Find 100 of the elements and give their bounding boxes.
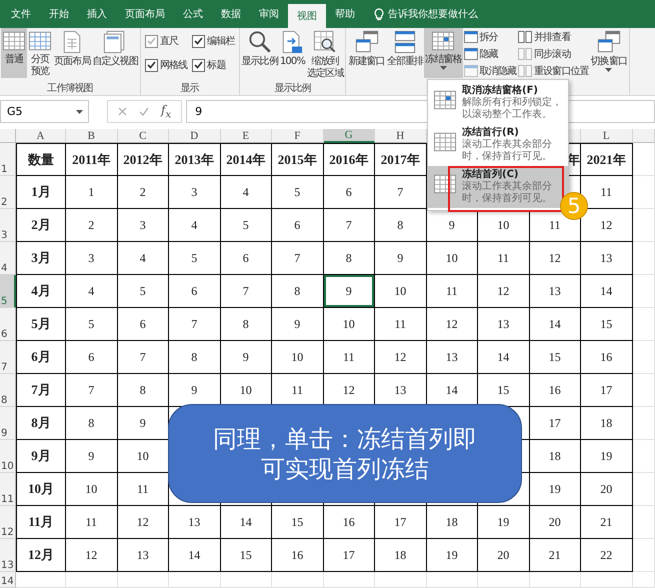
name-box[interactable]: G5 (0, 100, 89, 123)
table-cell: 20 (581, 473, 632, 506)
row-header[interactable]: 9 (0, 407, 16, 440)
column-header[interactable]: D (169, 129, 220, 143)
insert-function-button[interactable]: f$_{x}$ (161, 102, 172, 120)
row-header[interactable]: 6 (0, 308, 16, 341)
row-header[interactable]: 2 (0, 176, 16, 209)
table-cell: 15 (272, 506, 324, 539)
row-header[interactable]: 3 (0, 209, 16, 242)
column-header[interactable]: B (66, 129, 118, 143)
table-cell: 8月 (16, 407, 66, 440)
custom-views-button[interactable]: 自定义视图 (91, 28, 139, 78)
ribbon-tab[interactable]: 插入 (78, 0, 116, 28)
formula-bar-checkbox[interactable]: 编辑栏 (192, 34, 235, 48)
row-header[interactable]: 8 (0, 374, 16, 407)
table-cell: 8 (220, 308, 272, 341)
table-cell: 19 (426, 539, 478, 572)
table-cell: 7 (169, 308, 220, 341)
ribbon-tab[interactable]: 审阅 (250, 0, 288, 28)
table-cell: 19 (530, 473, 581, 506)
column-header[interactable]: L (581, 129, 632, 143)
freeze-panes-button[interactable]: 冻结窗格 (424, 28, 463, 78)
table-cell: 3 (66, 242, 118, 275)
switch-windows-button[interactable]: 切换窗口 (590, 28, 628, 78)
row-header[interactable]: 12 (0, 506, 16, 539)
table-cell: 9月 (16, 440, 66, 473)
row-header[interactable]: 7 (0, 341, 16, 374)
row-header[interactable]: 4 (0, 242, 16, 275)
table-cell: 2012年 (118, 143, 169, 176)
table-cell: 8 (118, 374, 169, 407)
page-layout-button[interactable]: 页面布局 (53, 28, 92, 78)
table-cell: 6 (66, 341, 118, 374)
gridlines-checkbox[interactable]: 网格线 (144, 58, 188, 72)
side-by-side-button[interactable]: 并排查看 (518, 30, 589, 44)
tell-me-field[interactable]: 告诉我你想要做什么 (370, 0, 482, 28)
row-header[interactable]: 1 (0, 143, 16, 176)
ribbon-tab[interactable]: 页面布局 (116, 0, 174, 28)
table-cell: 14 (478, 341, 530, 374)
arrange-all-button[interactable]: 全部重排 (386, 28, 424, 78)
row-header[interactable]: 14 (0, 572, 16, 588)
row-header[interactable]: 11 (0, 473, 16, 506)
headings-checkbox[interactable]: 标题 (192, 58, 235, 72)
table-cell: 18 (426, 506, 478, 539)
table-cell: 8 (66, 407, 118, 440)
zoom-100-button[interactable]: 100% (278, 28, 306, 78)
table-cell: 3 (169, 176, 220, 209)
table-cell: 12 (426, 308, 478, 341)
table-cell: 18 (375, 539, 426, 572)
hide-button[interactable]: 隐藏 (464, 47, 516, 61)
table-cell: 19 (581, 440, 632, 473)
ribbon-tab[interactable]: 公式 (174, 0, 212, 28)
ribbon-tab[interactable]: 视图 (288, 4, 326, 28)
table-cell: 3 (118, 209, 169, 242)
table-cell: 4月 (16, 275, 66, 308)
new-window-button[interactable]: 新建窗口 (347, 28, 386, 78)
table-cell: 16 (581, 341, 632, 374)
table-cell: 13 (581, 242, 632, 275)
column-header[interactable]: C (118, 129, 169, 143)
table-cell: 21 (581, 506, 632, 539)
zoom-to-selection-button[interactable]: 缩放到选定区域 (306, 28, 344, 80)
column-header[interactable]: F (272, 129, 324, 143)
table-cell: 7 (66, 374, 118, 407)
table-cell: 6 (324, 176, 375, 209)
table-cell: 13 (426, 341, 478, 374)
column-header[interactable]: H (375, 129, 426, 143)
row-header[interactable]: 10 (0, 440, 16, 473)
table-cell: 10 (272, 341, 324, 374)
normal-view-button[interactable]: 普通 (1, 28, 27, 78)
table-cell: 7月 (16, 374, 66, 407)
table-cell: 19 (478, 506, 530, 539)
row-header[interactable]: 5 (0, 275, 16, 308)
table-cell: 1月 (16, 176, 66, 209)
ribbon-tab[interactable]: 开始 (40, 0, 78, 28)
table-cell: 14 (220, 506, 272, 539)
ribbon-tab[interactable]: 文件 (2, 0, 40, 28)
page-break-preview-button[interactable]: 分页预览 (27, 28, 53, 78)
table-cell: 20 (530, 506, 581, 539)
column-header[interactable]: A (16, 129, 66, 143)
column-header[interactable]: E (220, 129, 272, 143)
table-cell: 2015年 (272, 143, 324, 176)
table-cell: 8 (375, 209, 426, 242)
split-button[interactable]: 拆分 (464, 30, 516, 44)
zoom-button[interactable]: 显示比例 (240, 28, 279, 78)
table-cell: 10 (375, 275, 426, 308)
column-header[interactable]: G (324, 129, 375, 143)
table-cell: 18 (530, 440, 581, 473)
ribbon-tab[interactable]: 数据 (212, 0, 250, 28)
table-cell: 17 (375, 506, 426, 539)
table-cell: 9 (66, 440, 118, 473)
table-cell: 7 (220, 275, 272, 308)
table-cell: 13 (530, 275, 581, 308)
table-cell: 2 (66, 209, 118, 242)
table-cell: 2013年 (169, 143, 220, 176)
menu-item[interactable]: 冻结首列(C) 滚动工作表其余部分时，保持首列可见。 (428, 166, 568, 208)
table-cell: 11 (426, 275, 478, 308)
ribbon-tab[interactable]: 帮助 (326, 0, 364, 28)
table-cell: 22 (581, 539, 632, 572)
table-cell: 5月 (16, 308, 66, 341)
row-header[interactable]: 13 (0, 539, 16, 572)
table-cell: 4 (118, 242, 169, 275)
